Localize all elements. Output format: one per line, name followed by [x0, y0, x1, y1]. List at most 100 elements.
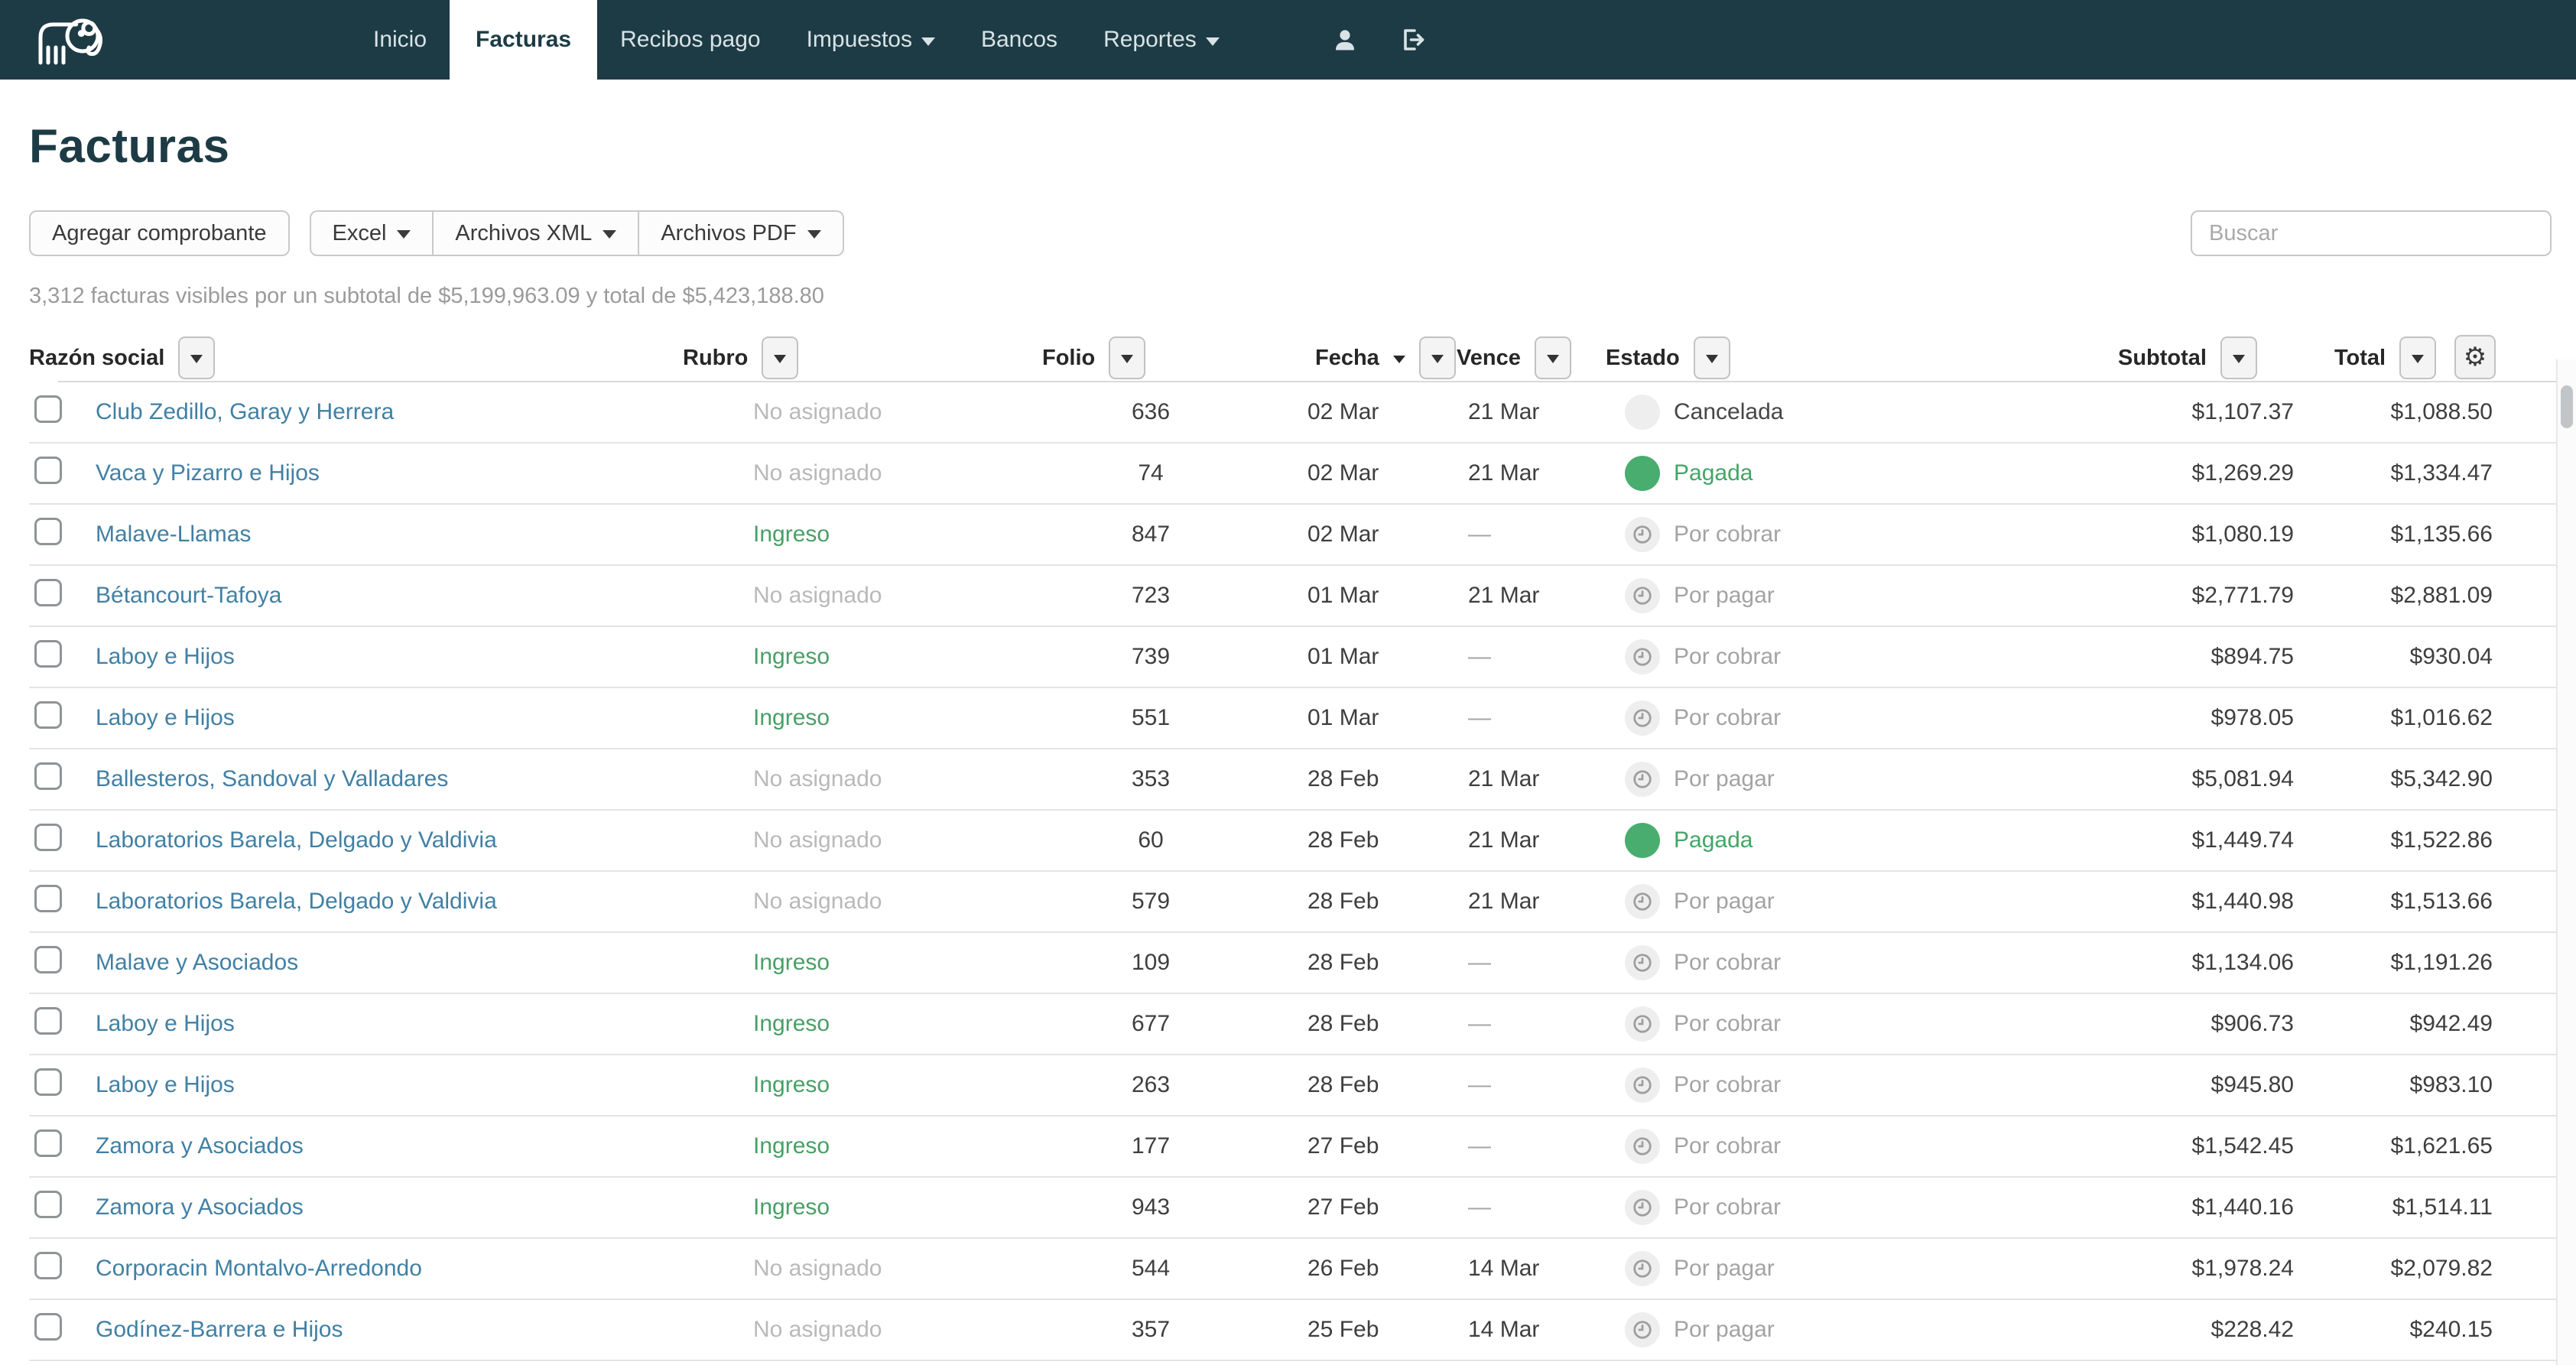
nav-label: Inicio: [373, 27, 427, 53]
filter-button-fecha[interactable]: [1419, 336, 1456, 379]
client-link[interactable]: Ballesteros, Sandoval y Valladares: [96, 766, 448, 791]
row-checkbox[interactable]: [34, 1313, 62, 1341]
razon-social-cell: Bétancourt-Tafoya: [92, 583, 746, 609]
table-row: Malave y Asociados Ingreso 109 28 Feb — …: [29, 933, 2576, 994]
estado-cell: Pagada: [1598, 456, 2095, 491]
folio-cell: 579: [1040, 889, 1262, 915]
subtotal-cell: $1,080.19: [2095, 522, 2294, 548]
header-razon-social[interactable]: Razón social: [29, 333, 215, 382]
sign-out-icon[interactable]: [1395, 23, 1429, 57]
client-link[interactable]: Laboratorios Barela, Delgado y Valdivia: [96, 827, 497, 853]
rubro-cell: Ingreso: [746, 1072, 1040, 1098]
client-link[interactable]: Vaca y Pizarro e Hijos: [96, 460, 320, 486]
subtotal-cell: $5,081.94: [2095, 766, 2294, 792]
razon-social-cell: Laboy e Hijos: [92, 1072, 746, 1098]
client-link[interactable]: Bétancourt-Tafoya: [96, 583, 281, 608]
filter-button-subtotal[interactable]: [2220, 336, 2257, 379]
status-label: Por pagar: [1674, 889, 1775, 915]
header-fecha[interactable]: Fecha: [1315, 333, 1456, 382]
filter-button-total[interactable]: [2399, 336, 2436, 379]
checkbox-cell: [29, 762, 92, 796]
row-checkbox[interactable]: [34, 457, 62, 484]
excel-dropdown-button[interactable]: Excel: [310, 210, 434, 256]
estado-cell: Cancelada: [1598, 395, 2095, 430]
nav-item-reportes[interactable]: Reportes: [1080, 0, 1243, 80]
header-vence[interactable]: Vence: [1457, 333, 1571, 382]
client-link[interactable]: Laboratorios Barela, Delgado y Valdivia: [96, 889, 497, 914]
nav-item-recibos-pago[interactable]: Recibos pago: [597, 0, 783, 80]
nav-label: Recibos pago: [620, 27, 760, 53]
add-invoice-button[interactable]: Agregar comprobante: [29, 210, 290, 256]
client-link[interactable]: Laboy e Hijos: [96, 644, 235, 669]
header-estado[interactable]: Estado: [1606, 333, 1730, 382]
fecha-cell: 02 Mar: [1262, 522, 1437, 548]
client-link[interactable]: Zamora y Asociados: [96, 1194, 304, 1220]
client-link[interactable]: Godínez-Barrera e Hijos: [96, 1317, 343, 1342]
client-link[interactable]: Malave y Asociados: [96, 950, 298, 975]
status-icon: [1625, 639, 1660, 674]
rubro-cell: Ingreso: [746, 1011, 1040, 1037]
scrollbar-thumb[interactable]: [2561, 385, 2573, 428]
page-title: Facturas: [29, 119, 2576, 174]
xml-files-dropdown-button[interactable]: Archivos XML: [433, 210, 638, 256]
row-checkbox[interactable]: [34, 1007, 62, 1035]
row-checkbox[interactable]: [34, 395, 62, 423]
header-rubro[interactable]: Rubro: [683, 333, 798, 382]
row-checkbox[interactable]: [34, 824, 62, 851]
row-checkbox[interactable]: [34, 701, 62, 729]
nav-item-bancos[interactable]: Bancos: [958, 0, 1080, 80]
fecha-cell: 28 Feb: [1262, 766, 1437, 792]
filter-button-vence[interactable]: [1535, 336, 1571, 379]
razon-social-cell: Malave y Asociados: [92, 950, 746, 976]
user-icon[interactable]: [1328, 23, 1362, 57]
client-link[interactable]: Malave-Llamas: [96, 522, 251, 547]
filter-button-rubro[interactable]: [762, 336, 798, 379]
client-link[interactable]: Laboy e Hijos: [96, 705, 235, 730]
header-total[interactable]: Total: [2334, 333, 2436, 382]
status-icon: [1625, 517, 1660, 552]
row-checkbox[interactable]: [34, 885, 62, 912]
row-checkbox[interactable]: [34, 946, 62, 973]
vertical-scrollbar[interactable]: [2556, 359, 2576, 1365]
filter-button-folio[interactable]: [1109, 336, 1145, 379]
vence-cell: 21 Mar: [1437, 399, 1598, 425]
nav-item-impuestos[interactable]: Impuestos: [784, 0, 958, 80]
sort-desc-icon: [1393, 356, 1405, 363]
status-label: Por cobrar: [1674, 950, 1781, 976]
elephant-logo[interactable]: [14, 0, 128, 80]
row-checkbox[interactable]: [34, 1252, 62, 1279]
filter-button-estado[interactable]: [1694, 336, 1730, 379]
nav-item-facturas[interactable]: Facturas: [450, 0, 597, 80]
client-link[interactable]: Laboy e Hijos: [96, 1072, 235, 1097]
row-checkbox[interactable]: [34, 579, 62, 606]
vence-cell: 21 Mar: [1437, 827, 1598, 853]
header-subtotal[interactable]: Subtotal: [2118, 333, 2257, 382]
search-input[interactable]: [2191, 210, 2552, 256]
total-cell: $5,342.90: [2294, 766, 2493, 792]
pdf-files-dropdown-button[interactable]: Archivos PDF: [638, 210, 843, 256]
client-link[interactable]: Club Zedillo, Garay y Herrera: [96, 399, 394, 424]
column-settings-button[interactable]: ⚙: [2454, 335, 2496, 379]
row-checkbox[interactable]: [34, 640, 62, 668]
total-cell: $2,881.09: [2294, 583, 2493, 609]
status-icon: [1625, 823, 1660, 858]
row-checkbox[interactable]: [34, 1068, 62, 1096]
status-icon: [1625, 1251, 1660, 1286]
status-icon: [1625, 700, 1660, 736]
row-checkbox[interactable]: [34, 1129, 62, 1157]
status-label: Por cobrar: [1674, 1194, 1781, 1220]
vence-cell: 21 Mar: [1437, 460, 1598, 486]
table-row: Laboy e Hijos Ingreso 551 01 Mar — Por c…: [29, 688, 2576, 749]
row-checkbox[interactable]: [34, 518, 62, 545]
main-content: Facturas Agregar comprobante Excel Archi…: [0, 119, 2576, 1361]
total-cell: $1,621.65: [2294, 1133, 2493, 1159]
client-link[interactable]: Corporacin Montalvo-Arredondo: [96, 1256, 422, 1281]
header-folio[interactable]: Folio: [1042, 333, 1145, 382]
row-checkbox[interactable]: [34, 1191, 62, 1218]
nav-item-inicio[interactable]: Inicio: [350, 0, 450, 80]
filter-button-razon-social[interactable]: [178, 336, 215, 379]
checkbox-cell: [29, 1007, 92, 1041]
row-checkbox[interactable]: [34, 762, 62, 790]
client-link[interactable]: Zamora y Asociados: [96, 1133, 304, 1159]
client-link[interactable]: Laboy e Hijos: [96, 1011, 235, 1036]
